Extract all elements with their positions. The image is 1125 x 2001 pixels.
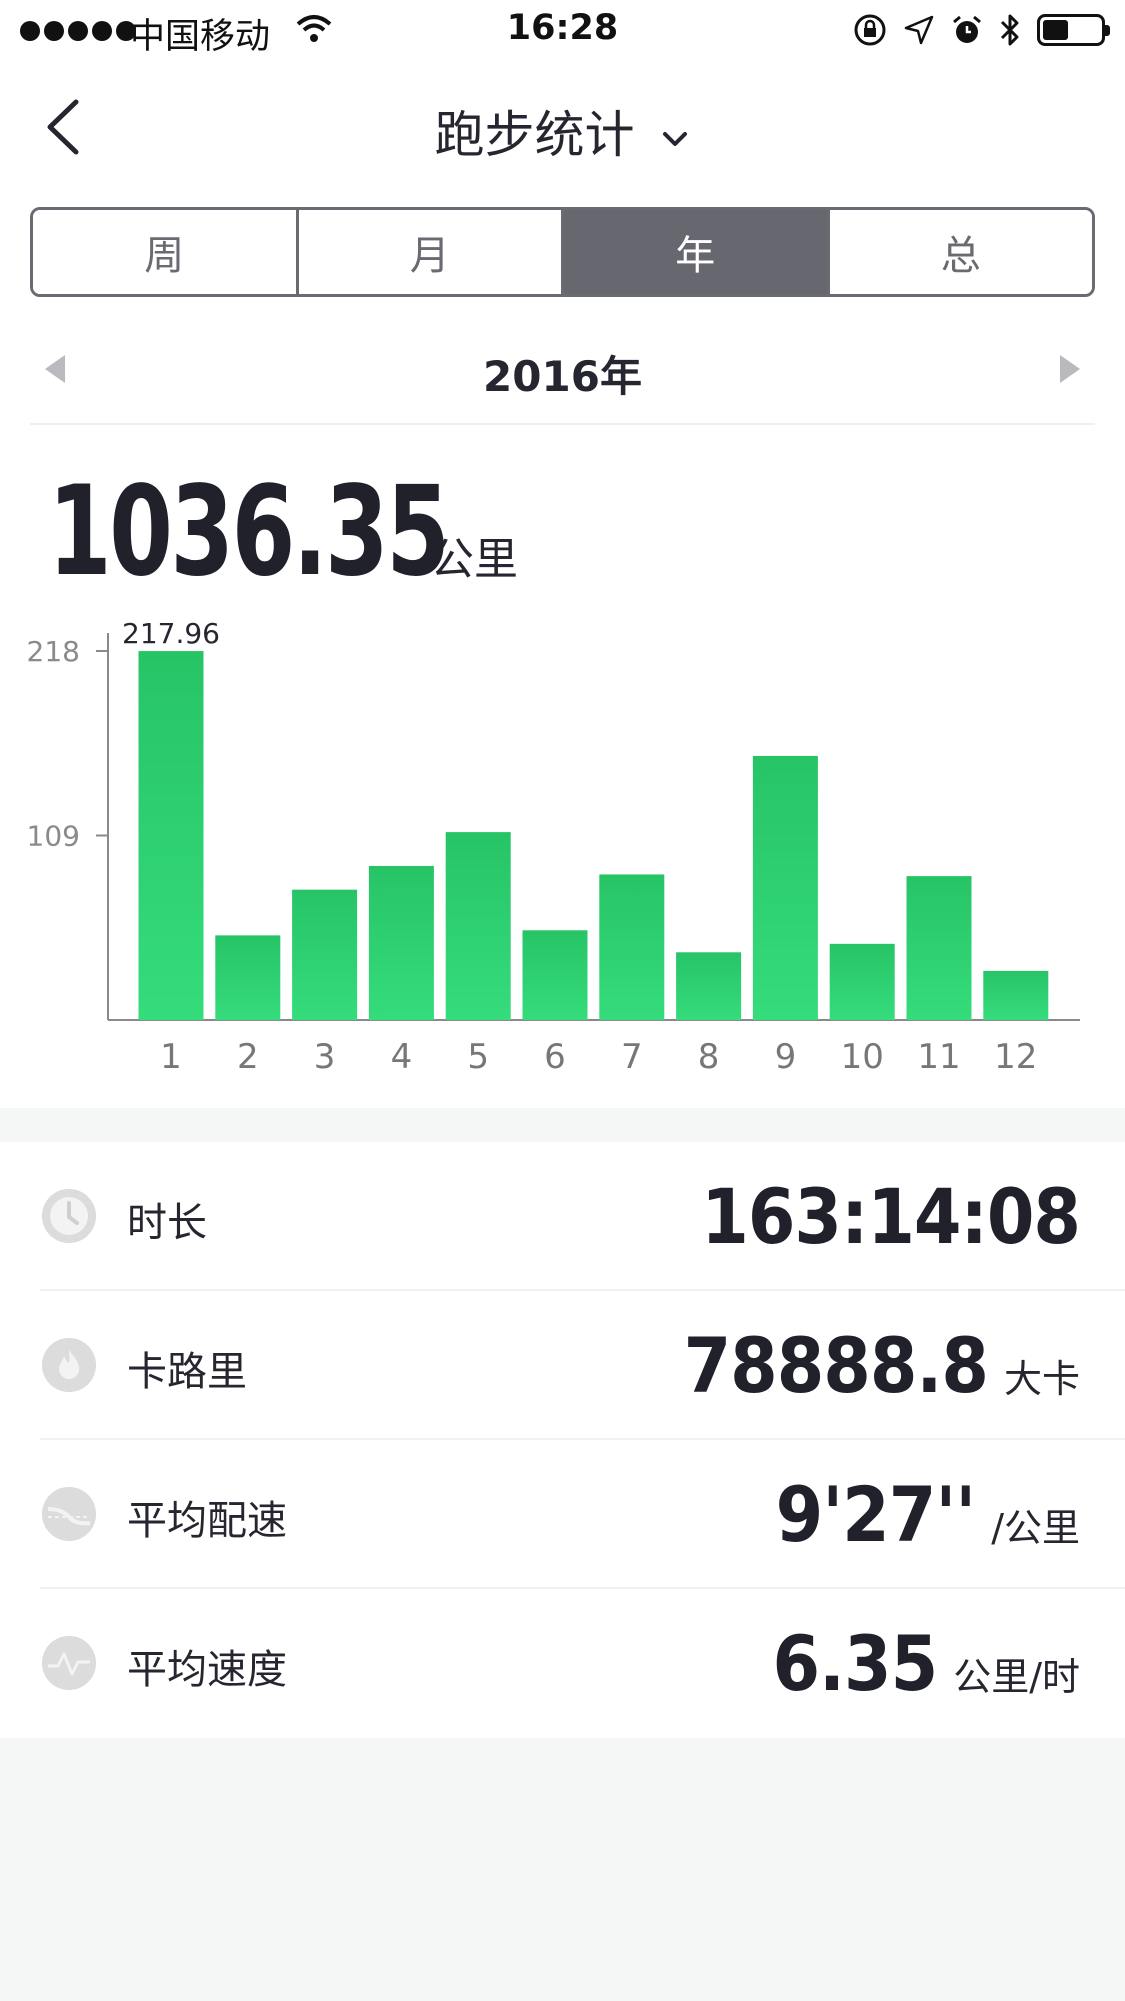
bar [829,943,895,1020]
x-tick-label: 12 [994,1037,1037,1077]
stat-row-avg-pace: 平均配速 9'27'' /公里 [0,1440,1125,1589]
stats-list: 时长 163:14:08 卡路里 78888.8 大卡 平均配速 9'27'' … [0,1142,1125,1738]
bar [292,889,358,1020]
x-tick-label: 7 [621,1037,643,1077]
stat-label: 平均配速 [127,1498,287,1544]
x-tick-label: 10 [841,1037,884,1077]
tab-week[interactable]: 周 [33,210,299,294]
bar [138,651,204,1020]
location-icon [904,15,934,45]
bluetooth-icon [1000,14,1019,46]
stat-value: 6.35 [772,1619,938,1708]
stat-value: 9'27'' [775,1470,977,1559]
x-tick-label: 3 [314,1037,336,1077]
alarm-icon [953,15,981,43]
stat-row-duration: 时长 163:14:08 [0,1142,1125,1291]
stat-label: 平均速度 [127,1647,287,1693]
page-title-dropdown[interactable]: 跑步统计 [0,95,1125,167]
stat-label: 时长 [127,1200,207,1246]
total-distance-value: 1036.35 [48,460,450,604]
period-selector: 2016年 [30,335,1095,425]
x-tick-label: 9 [775,1037,797,1077]
stat-value: 78888.8 [683,1321,989,1410]
x-tick-label: 8 [698,1037,720,1077]
flame-icon [42,1338,96,1392]
chevron-down-icon [663,131,688,146]
bar [445,832,511,1020]
stat-unit: /公里 [991,1506,1080,1550]
bar [752,755,818,1020]
bar [368,865,434,1020]
speed-icon [42,1636,96,1690]
bar [676,952,742,1020]
bar [906,876,972,1020]
tab-year[interactable]: 年 [564,210,830,294]
tab-month[interactable]: 月 [298,210,564,294]
stat-value: 163:14:08 [701,1172,1081,1261]
status-bar: 中国移动 16:28 [0,0,1125,60]
y-tick-label: 218 [27,635,80,668]
stat-unit: 公里/时 [953,1655,1080,1699]
next-period-arrow-icon[interactable] [1060,355,1080,383]
data-label: 217.96 [122,617,220,650]
stat-label: 卡路里 [127,1349,247,1395]
x-tick-label: 5 [467,1037,489,1077]
total-distance: 1036.35 公里 [48,460,518,604]
bar [599,874,665,1020]
y-tick-label: 109 [27,820,80,853]
tab-total[interactable]: 总 [829,210,1092,294]
bar [522,930,588,1020]
stat-unit: 大卡 [1003,1357,1080,1401]
chart-svg: 1092181 2 3 4 5 6 7 8 9 10 11 12217.96 [27,617,1080,1077]
clock-icon [42,1189,96,1243]
period-label: 2016年 [483,352,642,401]
rotation-lock-icon [854,14,886,46]
battery-icon [1037,14,1110,46]
monthly-distance-chart: 109 218 1 2 3 4 5 6 7 8 9 10 11 12 217.96 [0,600,1125,1100]
x-tick-label: 4 [391,1037,413,1077]
bar [215,935,281,1020]
bar [983,970,1049,1020]
pace-icon [42,1487,96,1541]
x-tick-label: 2 [237,1037,259,1077]
page-title: 跑步统计 [434,106,635,164]
stat-row-calories: 卡路里 78888.8 大卡 [0,1291,1125,1440]
x-tick-label: 1 [160,1037,182,1077]
x-tick-label: 11 [917,1037,960,1077]
x-tick-label: 6 [544,1037,566,1077]
stat-row-avg-speed: 平均速度 6.35 公里/时 [0,1589,1125,1738]
period-segmented-control: 周 月 年 总 [30,207,1095,297]
